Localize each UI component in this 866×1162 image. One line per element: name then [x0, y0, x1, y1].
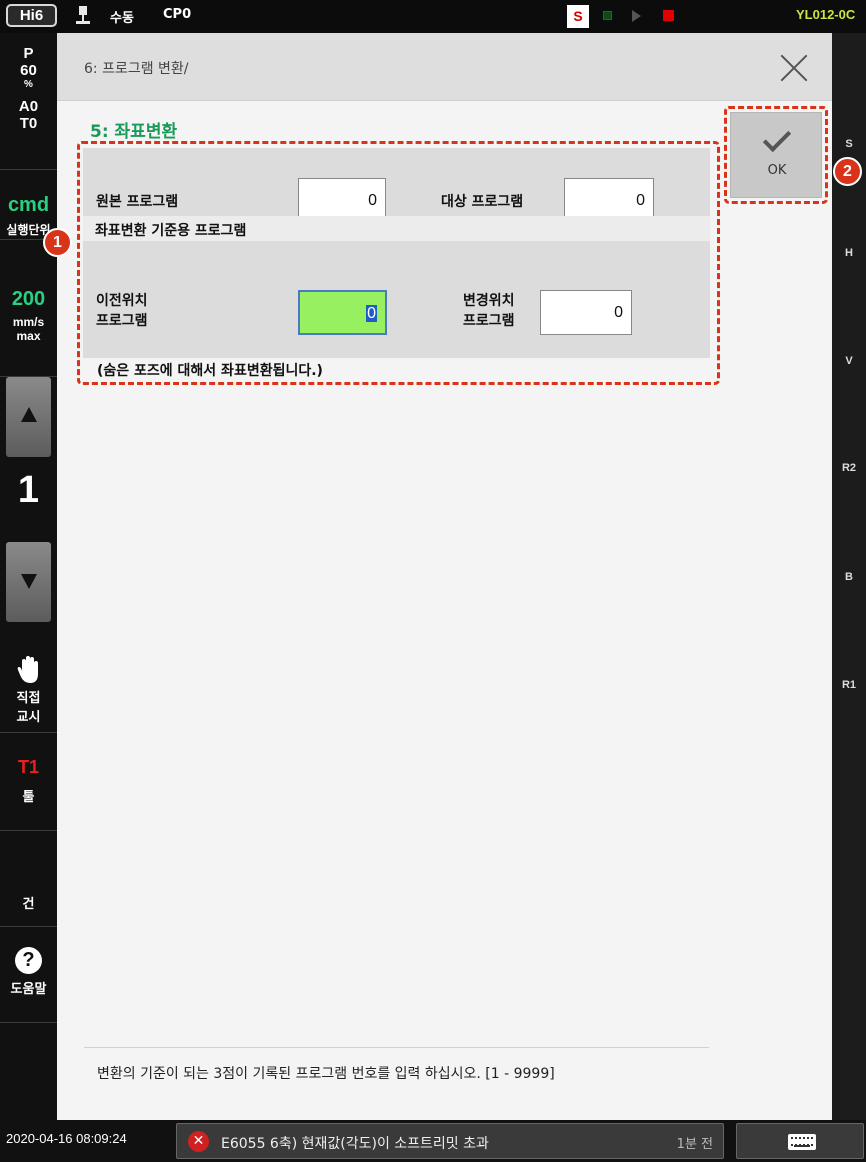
breadcrumb: 6: 프로그램 변환/: [84, 61, 189, 77]
ok-button[interactable]: OK: [730, 112, 822, 198]
speed-override-unit: %: [24, 79, 33, 90]
axis-label-b[interactable]: B: [832, 571, 866, 583]
stop-icon: [663, 10, 674, 21]
new-position-program-input[interactable]: 0: [540, 290, 632, 335]
arrow-up-icon: [21, 407, 37, 422]
new-position-label-1: 변경위치: [463, 293, 515, 309]
direct-teach-label-2: 교시: [16, 709, 41, 724]
hint-divider: [84, 1047, 709, 1048]
alarm-message-bar[interactable]: ✕ E6055 6축) 현재값(각도)이 소프트리밋 초과 1분 전: [176, 1123, 724, 1159]
left-sidebar: P 60 % A0 T0 cmd 실행단위 200 mm/s max 1 직접 …: [0, 33, 57, 1120]
check-icon: [762, 123, 792, 153]
direct-teach-button[interactable]: 직접 교시: [0, 637, 57, 733]
velocity-value: 200: [11, 288, 46, 310]
callout-marker-1: 1: [43, 228, 72, 257]
cmd-value: cmd: [7, 194, 50, 216]
operation-mode[interactable]: 수동: [110, 7, 134, 26]
velocity-panel[interactable]: 200 mm/s max: [0, 240, 57, 377]
new-position-label-2: 프로그램: [463, 313, 515, 329]
keyboard-icon: [788, 1134, 816, 1150]
help-button[interactable]: ? 도움말: [0, 927, 57, 1023]
hand-icon: [17, 656, 38, 683]
velocity-unit: mm/s: [12, 315, 45, 329]
step-down-button[interactable]: [6, 542, 51, 622]
direct-teach-label-1: 직접: [16, 690, 41, 705]
close-icon[interactable]: [779, 53, 809, 83]
callout-marker-2: 2: [833, 157, 862, 186]
function-button[interactable]: 건: [0, 831, 57, 927]
axis-label-s[interactable]: S: [832, 138, 866, 150]
source-program-label: 원본 프로그램: [96, 194, 179, 210]
prev-position-label-2: 프로그램: [96, 313, 148, 329]
alarm-text: E6055 6축) 현재값(각도)이 소프트리밋 초과: [221, 1136, 489, 1152]
keyboard-button[interactable]: [736, 1123, 864, 1159]
program-conversion-dialog: 6: 프로그램 변환/ 5: 좌표변환 원본 프로그램 0 대상 프로그램 0 …: [57, 33, 832, 1120]
prev-position-label-1: 이전위치: [96, 293, 148, 309]
velocity-mode: max: [16, 329, 41, 343]
coordinate-conversion-form: 원본 프로그램 0 대상 프로그램 0 좌표변환 기준용 프로그램 이전위치 프…: [83, 148, 710, 358]
error-icon: ✕: [188, 1131, 209, 1152]
robot-model-name: YL012-0C: [796, 7, 856, 22]
axis-label-r2[interactable]: R2: [832, 462, 866, 474]
section-title: 5: 좌표변환: [90, 122, 178, 142]
coord-value: T1: [17, 757, 39, 777]
help-label: 도움말: [10, 981, 47, 996]
prev-position-value: 0: [366, 305, 377, 322]
reference-program-heading-row: 좌표변환 기준용 프로그램: [83, 216, 710, 241]
axis-label-v[interactable]: V: [832, 355, 866, 367]
ao-label: A0: [18, 98, 39, 115]
robot-teach-icon: [76, 6, 90, 24]
speed-override-panel[interactable]: P 60 % A0 T0: [0, 33, 57, 170]
play-icon: [632, 10, 641, 22]
axis-label-h[interactable]: H: [832, 247, 866, 259]
speed-p-label: P: [23, 45, 34, 62]
reference-program-heading: 좌표변환 기준용 프로그램: [95, 223, 247, 239]
form-note: (숨은 포즈에 대해서 좌표변환됩니다.): [97, 363, 323, 379]
ok-label: OK: [767, 163, 787, 178]
run-indicator-icon: [603, 11, 612, 20]
dialog-header: 6: 프로그램 변환/: [57, 33, 832, 101]
to-label: T0: [19, 115, 38, 132]
servo-status-badge: S: [567, 5, 589, 28]
speed-override-value: 60: [20, 62, 37, 79]
arrow-down-icon: [21, 574, 37, 589]
datetime: 2020-04-16 08:09:24: [6, 1131, 127, 1146]
help-icon: ?: [15, 947, 42, 974]
right-axis-sidebar: S H V R2 B R1: [832, 33, 866, 1120]
hi6-logo: Hi6: [6, 4, 57, 27]
top-status-bar: Hi6 수동 CP0 S YL012-0C: [0, 0, 866, 33]
alarm-time: 1분 전: [676, 1137, 713, 1152]
axis-label-r1[interactable]: R1: [832, 679, 866, 691]
coord-label: 툴: [22, 789, 35, 804]
step-up-button[interactable]: [6, 377, 51, 457]
current-program[interactable]: CP0: [163, 7, 191, 22]
step-value: 1: [17, 469, 40, 511]
coordinate-system-button[interactable]: T1 툴: [0, 733, 57, 831]
target-program-label: 대상 프로그램: [441, 194, 524, 210]
function-button-label: 건: [22, 896, 35, 911]
input-hint: 변환의 기준이 되는 3점이 기록된 프로그램 번호를 입력 하십시오. [1 …: [97, 1066, 555, 1082]
prev-position-program-input[interactable]: 0: [298, 290, 387, 335]
bottom-status-bar: 2020-04-16 08:09:24 ✕ E6055 6축) 현재값(각도)이…: [0, 1120, 866, 1162]
